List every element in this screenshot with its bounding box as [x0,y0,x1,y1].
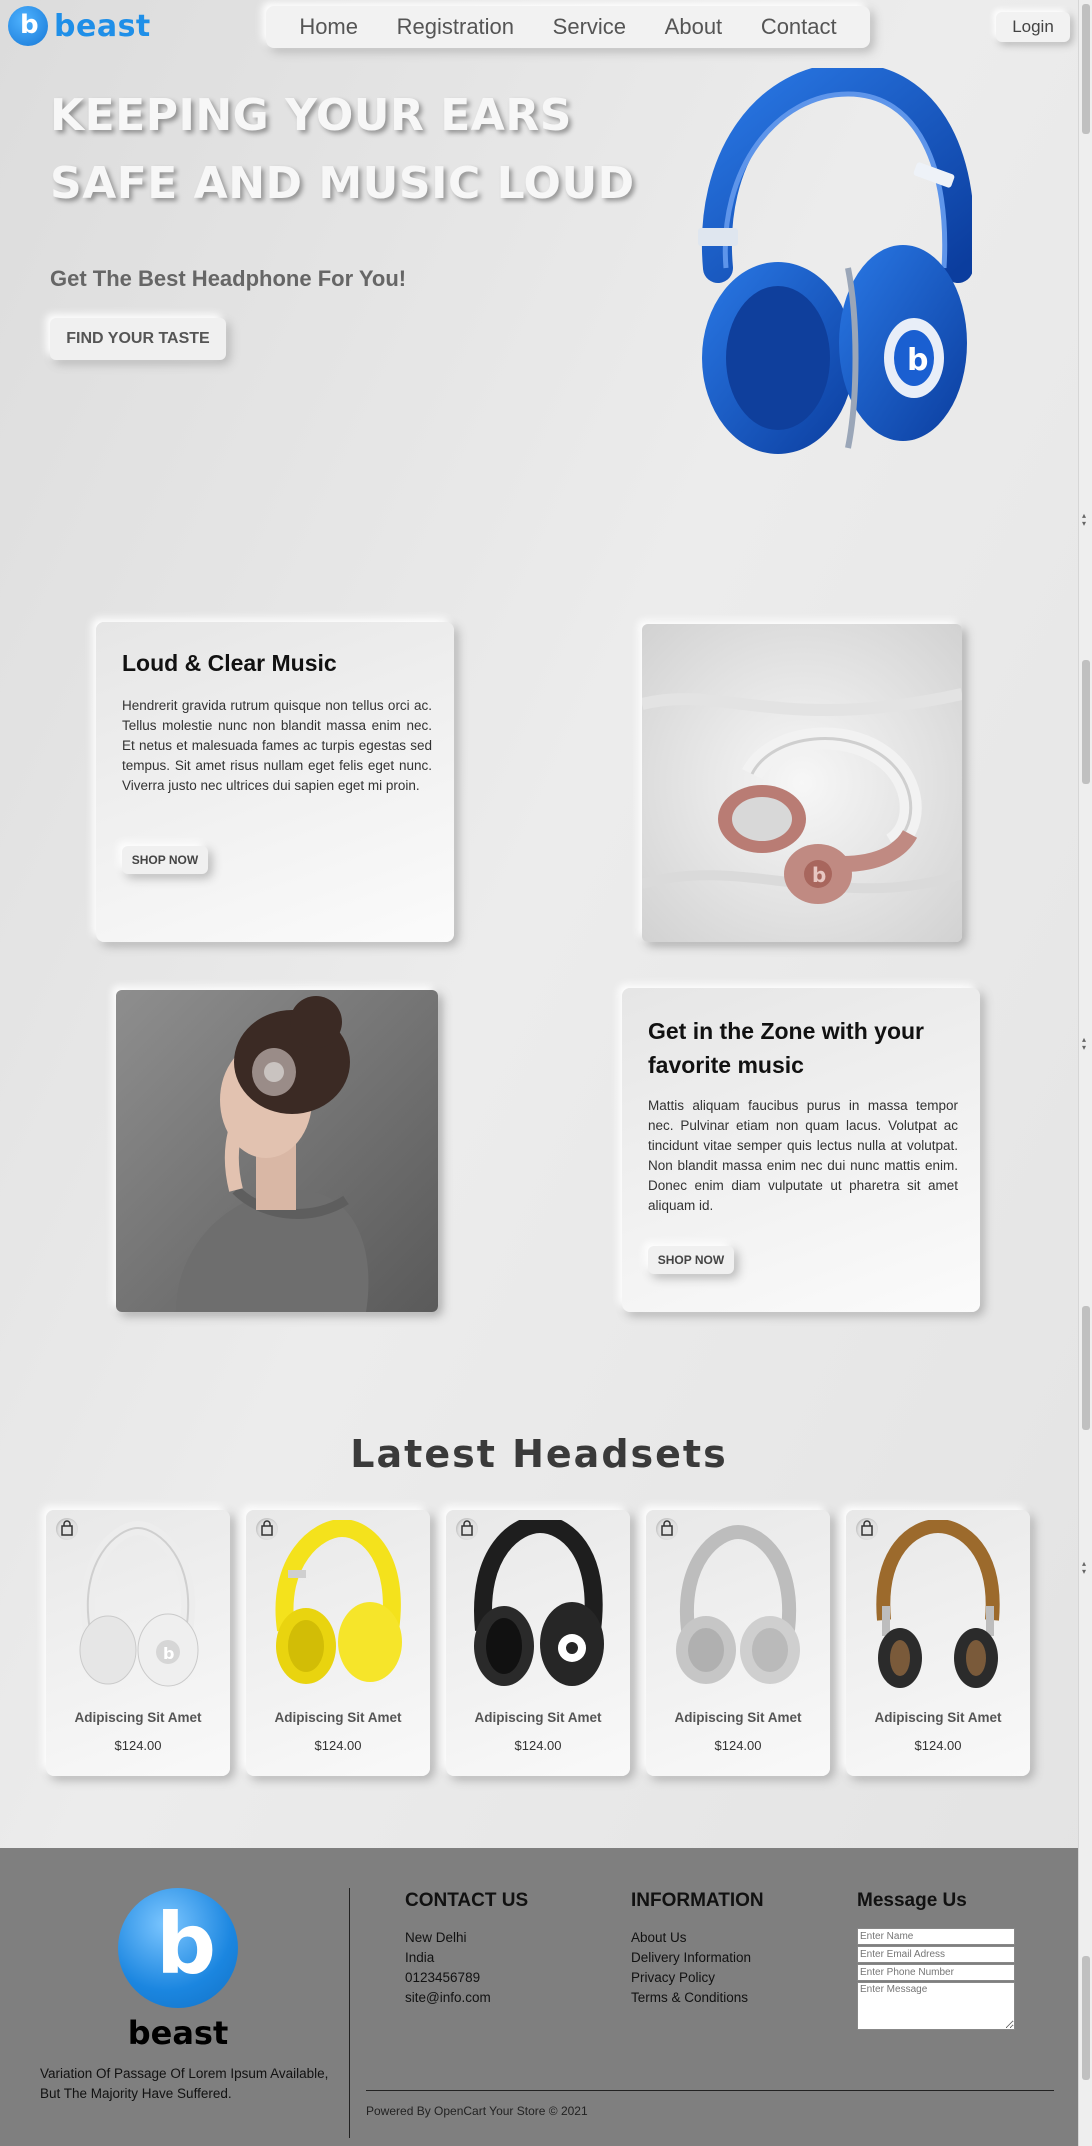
brand-logo[interactable]: b beast [8,6,151,46]
product-name[interactable]: Adipiscing Sit Amet [846,1710,1030,1725]
feature-title: Get in the Zone with your favorite music [648,1018,924,1078]
message-us-section: Message Us [857,1890,1015,2030]
woman-with-headphones-image [116,990,438,1312]
beast-footer-logo-icon: b [118,1888,238,2008]
product-price: $124.00 [914,1738,962,1753]
site-footer: b beast Variation Of Passage Of Lorem Ip… [0,1848,1078,2146]
powered-by-text: Powered By OpenCart Your Store © 2021 [366,2104,588,2118]
delivery-information-link[interactable]: Delivery Information [631,1948,764,1968]
product-card[interactable]: Adipiscing Sit Amet $124.00 [446,1510,630,1776]
nav-registration-link[interactable]: Registration [397,14,514,40]
contact-city: New Delhi [405,1930,467,1945]
scroll-arrow-icon[interactable]: ▴ ▾ [1082,1560,1086,1576]
contact-phone: 0123456789 [405,1970,481,1985]
message-textarea[interactable] [857,1982,1015,2030]
feature-card-in-the-zone: Get in the Zone with your favorite music… [622,988,980,1312]
nav-about-link[interactable]: About [665,14,723,40]
hero-blue-headphones-image: b [698,68,972,454]
name-input[interactable] [857,1928,1015,1945]
footer-divider [349,1888,350,2138]
latest-headsets-title: Latest Headsets [350,1432,728,1476]
terms-conditions-link[interactable]: Terms & Conditions [631,1988,764,2008]
yellow-headphones-image [275,1520,402,1684]
contact-us-section: CONTACT US New Delhi India 0123456789 si… [405,1890,528,2008]
svg-text:b: b [907,343,928,378]
page-scrollbar[interactable]: ▴ ▾ ▴ ▾ ▴ ▾ [1078,0,1092,2146]
footer-rule [366,2090,1054,2091]
product-name[interactable]: Adipiscing Sit Amet [446,1710,630,1725]
information-section: INFORMATION About Us Delivery Informatio… [631,1890,764,2008]
woman-headphones-photo [116,990,438,1312]
product-price: $124.00 [314,1738,362,1753]
footer-brand-name: beast [127,2014,229,2052]
white-headphones-image: b [79,1520,199,1687]
email-input[interactable] [857,1946,1015,1963]
product-card[interactable]: b Adipiscing Sit Amet $124.00 [46,1510,230,1776]
beast-logo-icon: b [8,6,48,46]
rose-gold-headphones-image: b [642,624,962,942]
find-your-taste-button[interactable]: FIND YOUR TASTE [50,318,226,360]
privacy-policy-link[interactable]: Privacy Policy [631,1968,764,1988]
message-us-heading: Message Us [857,1890,967,1911]
contact-us-heading: CONTACT US [405,1890,529,1911]
footer-description: Variation Of Passage Of Lorem Ipsum Avai… [40,2066,329,2101]
svg-text:b: b [812,863,826,887]
scrollbar-thumb[interactable] [1082,1956,1090,2080]
brown-headphones-image [876,1520,1000,1688]
black-headphones-image [474,1520,604,1686]
shop-now-button[interactable]: SHOP NOW [122,846,208,874]
page: b beast Home Registration Service About … [0,0,1078,2146]
contact-list: New Delhi India 0123456789 site@info.com [405,1928,528,2008]
scroll-arrow-icon[interactable]: ▴ ▾ [1082,512,1086,528]
scrollbar-thumb[interactable] [1082,660,1090,784]
product-price: $124.00 [514,1738,562,1753]
product-card[interactable]: Adipiscing Sit Amet $124.00 [246,1510,430,1776]
product-card[interactable]: Adipiscing Sit Amet $124.00 [646,1510,830,1776]
svg-text:b: b [163,1644,174,1663]
product-price: $124.00 [114,1738,162,1753]
shop-now-button[interactable]: SHOP NOW [648,1246,734,1274]
scrollbar-thumb[interactable] [1082,1306,1090,1430]
nav-contact-link[interactable]: Contact [761,14,837,40]
rose-gold-headphones-photo: b [642,624,962,942]
about-us-link[interactable]: About Us [631,1928,764,1948]
product-name[interactable]: Adipiscing Sit Amet [46,1710,230,1725]
scroll-arrow-icon[interactable]: ▴ ▾ [1082,1036,1086,1052]
feature-title: Loud & Clear Music [122,650,337,676]
phone-input[interactable] [857,1964,1015,1981]
grey-headphones-image [676,1524,800,1684]
login-button[interactable]: Login [996,12,1070,42]
feature-card-loud-clear: Loud & Clear Music Hendrerit gravida rut… [96,622,454,942]
product-card[interactable]: Adipiscing Sit Amet $124.00 [846,1510,1030,1776]
information-links: About Us Delivery Information Privacy Po… [631,1928,764,2008]
hero-subtitle: Get The Best Headphone For You! [50,266,407,291]
contact-email[interactable]: site@info.com [405,1988,528,2008]
feature-text: Mattis aliquam faucibus purus in massa t… [648,1098,958,1213]
hero-title-line-1: KEEPING YOUR EARS [50,90,572,141]
hero-title-line-2: SAFE AND MUSIC LOUD [50,158,635,209]
product-name[interactable]: Adipiscing Sit Amet [246,1710,430,1725]
scrollbar-thumb[interactable] [1082,4,1090,134]
main-nav: Home Registration Service About Contact [266,6,870,48]
product-price: $124.00 [714,1738,762,1753]
feature-text: Hendrerit gravida rutrum quisque non tel… [122,698,432,793]
nav-home-link[interactable]: Home [299,14,358,40]
information-heading: INFORMATION [631,1890,764,1911]
product-name[interactable]: Adipiscing Sit Amet [646,1710,830,1725]
brand-name: beast [54,8,151,44]
nav-service-link[interactable]: Service [553,14,626,40]
contact-country: India [405,1950,435,1965]
hero-title: KEEPING YOUR EARS SAFE AND MUSIC LOUD [50,82,650,218]
